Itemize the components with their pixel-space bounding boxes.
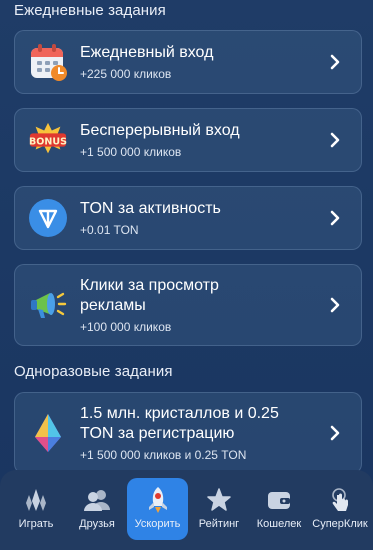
- nav-label: Кошелек: [256, 518, 302, 530]
- svg-text:BONUS: BONUS: [29, 136, 67, 147]
- crystals-icon: [23, 486, 49, 514]
- chevron-right-icon: [323, 132, 347, 148]
- crystal-icon: [28, 413, 68, 453]
- task-title-line1: 1.5 млн. кристаллов и 0.25: [80, 405, 279, 422]
- task-title: Ежедневный вход: [80, 44, 214, 61]
- task-reward: +1 500 000 кликов: [80, 145, 182, 159]
- task-title: Бесперерывный вход: [80, 122, 240, 139]
- task-reward: +1 500 000 кликов и 0.25 TON: [80, 448, 247, 462]
- task-reward: +100 000 кликов: [80, 320, 172, 334]
- task-daily-login[interactable]: Ежедневный вход +225 000 кликов: [14, 30, 362, 94]
- nav-label: СуперКлик: [312, 518, 368, 530]
- task-reward: +225 000 кликов: [80, 67, 172, 81]
- nav-label: Играть: [18, 518, 54, 530]
- task-title-line2: TON за регистрацию: [80, 425, 235, 442]
- task-watch-ads[interactable]: Клики за просмотр рекламы +100 000 клико…: [14, 264, 362, 346]
- chevron-right-icon: [323, 54, 347, 70]
- nav-label: Ускорить: [134, 518, 181, 530]
- nav-superclick[interactable]: СуперКлик: [308, 478, 372, 540]
- friends-icon: [84, 486, 110, 514]
- task-reward: +0.01 TON: [80, 223, 139, 237]
- calendar-icon: [28, 42, 68, 82]
- megaphone-icon: [28, 285, 68, 325]
- nav-label: Рейтинг: [198, 518, 240, 530]
- nav-rating[interactable]: Рейтинг: [192, 478, 246, 540]
- task-ton-activity[interactable]: TON за активность +0.01 TON: [14, 186, 362, 250]
- bottom-nav: Играть Друзья Ускорить Рейтинг Кошелек С…: [0, 470, 373, 550]
- tap-icon: [328, 486, 352, 514]
- task-title: TON за активность: [80, 200, 221, 217]
- task-registration-crystals[interactable]: 1.5 млн. кристаллов и 0.25 TON за регист…: [14, 392, 362, 474]
- nav-wallet[interactable]: Кошелек: [250, 478, 308, 540]
- nav-friends[interactable]: Друзья: [68, 478, 126, 540]
- star-icon: [207, 486, 231, 514]
- chevron-right-icon: [323, 425, 347, 441]
- bonus-icon: BONUS: [28, 120, 68, 160]
- ton-icon: [28, 198, 68, 238]
- chevron-right-icon: [323, 210, 347, 226]
- rocket-icon: [146, 486, 170, 514]
- nav-label: Друзья: [79, 518, 115, 530]
- wallet-icon: [267, 486, 291, 514]
- nav-boost[interactable]: Ускорить: [127, 478, 188, 540]
- section-title-onetime: Одноразовые задания: [14, 363, 173, 380]
- nav-play[interactable]: Играть: [8, 478, 64, 540]
- task-title-line1: Клики за просмотр: [80, 277, 219, 294]
- chevron-right-icon: [323, 297, 347, 313]
- task-title-line2: рекламы: [80, 297, 146, 314]
- section-title-daily: Ежедневные задания: [14, 2, 166, 19]
- task-streak-login[interactable]: BONUS Бесперерывный вход +1 500 000 клик…: [14, 108, 362, 172]
